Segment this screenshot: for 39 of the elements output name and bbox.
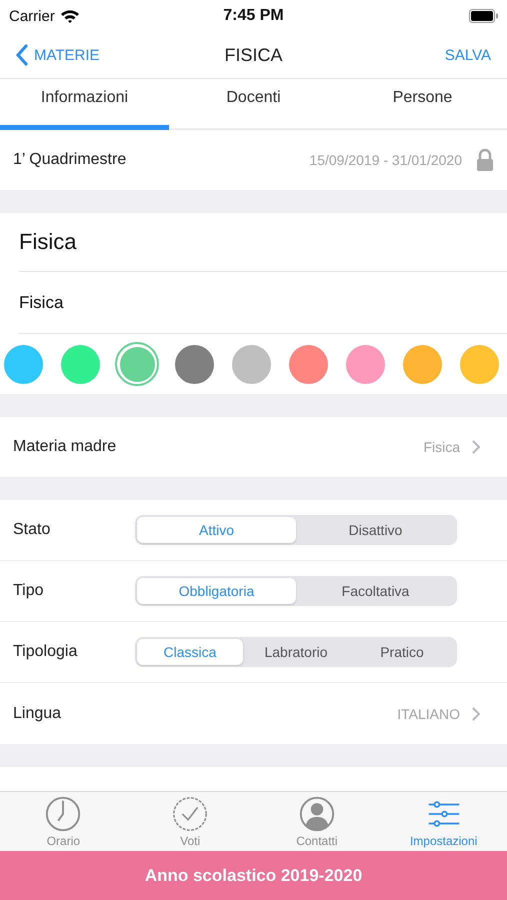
segment[interactable]: Pratico	[349, 639, 455, 665]
back-button[interactable]: MATERIE	[16, 44, 100, 66]
period-label: 1’ Quadrimestre	[13, 151, 126, 169]
parent-subject-value: Fisica	[423, 439, 460, 455]
color-swatch[interactable]	[115, 342, 159, 386]
chevron-icon	[472, 440, 480, 454]
parent-subject-label: Materia madre	[13, 438, 116, 456]
checkmark-badge-icon	[171, 795, 210, 833]
wifi-icon	[60, 9, 80, 23]
tab-bar-item[interactable]: Voti	[126, 792, 254, 851]
option-label: Stato	[13, 521, 52, 539]
segment[interactable]: Disattivo	[296, 517, 455, 543]
tab-bar-item[interactable]: Contatti	[254, 792, 380, 851]
period-dates: 15/09/2019 - 31/01/2020	[309, 152, 462, 168]
screen-title: FISICA	[224, 44, 282, 66]
clock-icon	[44, 795, 82, 833]
segment[interactable]: Facoltativa	[296, 578, 455, 604]
segment[interactable]: Obbligatoria	[137, 578, 296, 604]
segment[interactable]: Classica	[137, 639, 243, 665]
back-chevron-icon	[16, 44, 28, 66]
language-value: ITALIANO	[397, 706, 460, 722]
segment[interactable]: Labratorio	[243, 639, 349, 665]
person-icon	[298, 795, 336, 833]
clock-time: 7:45 PM	[223, 7, 284, 25]
tab-bar-item[interactable]: Impostazioni	[380, 792, 507, 851]
name-input-field[interactable]: Fisica	[19, 292, 219, 312]
chevron-icon	[472, 706, 480, 720]
option-label: Tipo	[13, 582, 45, 600]
option-label: Lingua	[13, 704, 62, 722]
tab-bar-item[interactable]: Orario	[0, 792, 127, 851]
battery-icon	[469, 9, 499, 23]
save-button[interactable]: SALVA	[444, 46, 491, 64]
segment[interactable]: Attivo	[137, 517, 296, 543]
carrier-name: Carrier	[9, 8, 55, 24]
option-label: Tipologia	[13, 643, 78, 661]
tab[interactable]: Docenti	[169, 79, 338, 130]
tab[interactable]: Persone	[338, 79, 507, 130]
school-year-banner: Anno scolastico 2019-2020	[0, 851, 507, 900]
name-input-field[interactable]: Fisica	[19, 229, 219, 255]
